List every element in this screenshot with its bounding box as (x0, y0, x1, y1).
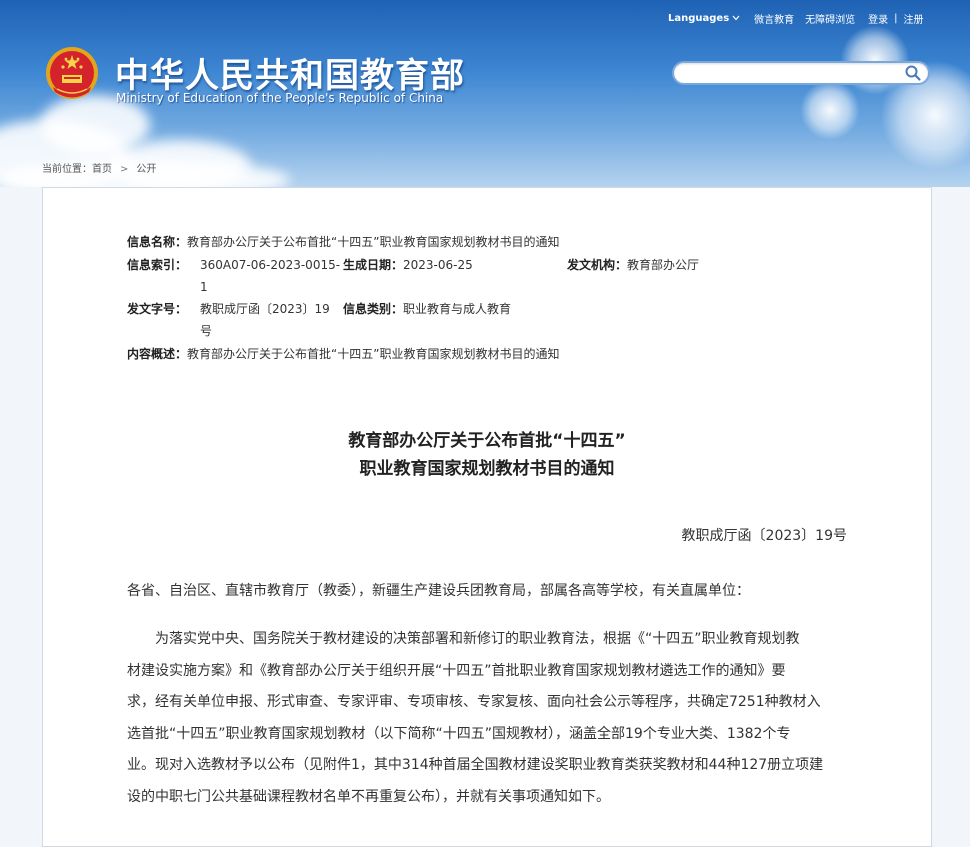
breadcrumb-separator: > (120, 164, 129, 175)
info-name-row: 信息名称：教育部办公厅关于公布首批“十四五”职业教育国家规划教材书目的通知 (127, 231, 559, 253)
info-issuer-row: 发文机构：教育部办公厅 (567, 254, 699, 276)
site-name-chinese[interactable]: 中华人民共和国教育部 (115, 48, 465, 97)
article-title-line2: 职业教育国家规划教材书目的通知 (359, 459, 615, 479)
article-body-line: 设的中职七门公共基础课程教材名单不再重复公布），并就有关事项通知如下。 (127, 788, 610, 805)
breadcrumb-label: 当前位置： (42, 164, 92, 175)
article-body-line: 求，经有关单位申报、形式审查、专家评审、专项审核、专家复核、面向社会公示等程序，… (127, 694, 821, 710)
weibo-link[interactable]: 微言教育 (754, 11, 794, 26)
breadcrumb-current[interactable]: 公开 (136, 164, 156, 175)
languages-link[interactable]: Languages (668, 13, 729, 24)
search-input[interactable] (686, 66, 900, 82)
search-icon[interactable] (904, 64, 922, 82)
article-salutation: 各省、自治区、直辖市教育厅（教委），新疆生产建设兵团教育局，部属各高等学校，有关… (127, 583, 750, 599)
article-body-line: 为落实党中央、国务院关于教材建设的决策部署和新修订的职业教育法，根据《“十四五”… (155, 631, 800, 647)
content-panel: 信息名称：教育部办公厅关于公布首批“十四五”职业教育国家规划教材书目的通知 信息… (42, 187, 932, 847)
info-summary-row: 内容概述：教育部办公厅关于公布首批“十四五”职业教育国家规划教材书目的通知 (127, 343, 559, 365)
article-title-line1: 教育部办公厅关于公布首批“十四五” (348, 431, 626, 451)
article-body-line: 业。现对入选教材予以公布（见附件1，其中314种首届全国教材建设奖职业教育类获奖… (127, 757, 824, 773)
info-docno-value: 教职成厅函〔2023〕19 号 (200, 302, 330, 338)
info-date-row: 生成日期：2023-06-25 (343, 254, 473, 276)
accessible-browse-link[interactable]: 无障碍浏览 (805, 11, 855, 26)
breadcrumb: 当前位置：首页 > 公开 (42, 160, 156, 175)
info-summary-label: 内容概述： (127, 347, 188, 361)
info-category-row: 信息类别：职业教育与成人教育 (343, 298, 511, 320)
info-issuer-value: 教育部办公厅 (627, 258, 700, 272)
info-index-value: 360A07-06-2023-0015- 1 (200, 258, 341, 294)
article-body: 为落实党中央、国务院关于教材建设的决策部署和新修订的职业教育法，根据《“十四五”… (127, 624, 843, 813)
info-summary-value: 教育部办公厅关于公布首批“十四五”职业教育国家规划教材书目的通知 (187, 347, 560, 361)
nav-separator: | (894, 13, 898, 24)
info-docno-label: 发文字号： (127, 302, 188, 316)
article-doc-number: 教职成厅函〔2023〕19号 (681, 528, 847, 544)
login-link[interactable]: 登录 (868, 11, 888, 26)
register-link[interactable]: 注册 (904, 11, 924, 26)
article-body-line: 材建设实施方案》和《教育部办公厅关于组织开展“十四五”首批职业教育国家规划教材遴… (127, 662, 786, 679)
breadcrumb-home[interactable]: 首页 (92, 164, 112, 175)
chevron-down-icon[interactable] (732, 13, 740, 24)
info-name-label: 信息名称： (127, 235, 188, 249)
info-category-value: 职业教育与成人教育 (403, 302, 512, 316)
info-name-value: 教育部办公厅关于公布首批“十四五”职业教育国家规划教材书目的通知 (187, 235, 560, 249)
header-banner: Languages 微言教育 无障碍浏览 登录 | 注册 中华人民共和国教育部 … (0, 0, 970, 187)
national-emblem-icon[interactable] (43, 45, 101, 103)
dandelion-decoration (800, 80, 860, 140)
info-date-value: 2023-06-25 (403, 258, 473, 272)
search-box (672, 61, 930, 85)
top-navigation: Languages 微言教育 无障碍浏览 登录 | 注册 (668, 11, 924, 26)
info-date-label: 生成日期： (343, 258, 404, 272)
article-body-line: 选首批“十四五”职业教育国家规划教材（以下简称“十四五”国规教材），涵盖全部19… (127, 725, 791, 742)
info-issuer-label: 发文机构： (567, 258, 628, 272)
site-name-english[interactable]: Ministry of Education of the People's Re… (116, 91, 443, 105)
info-index-label: 信息索引： (127, 258, 188, 272)
info-category-label: 信息类别： (343, 302, 404, 316)
